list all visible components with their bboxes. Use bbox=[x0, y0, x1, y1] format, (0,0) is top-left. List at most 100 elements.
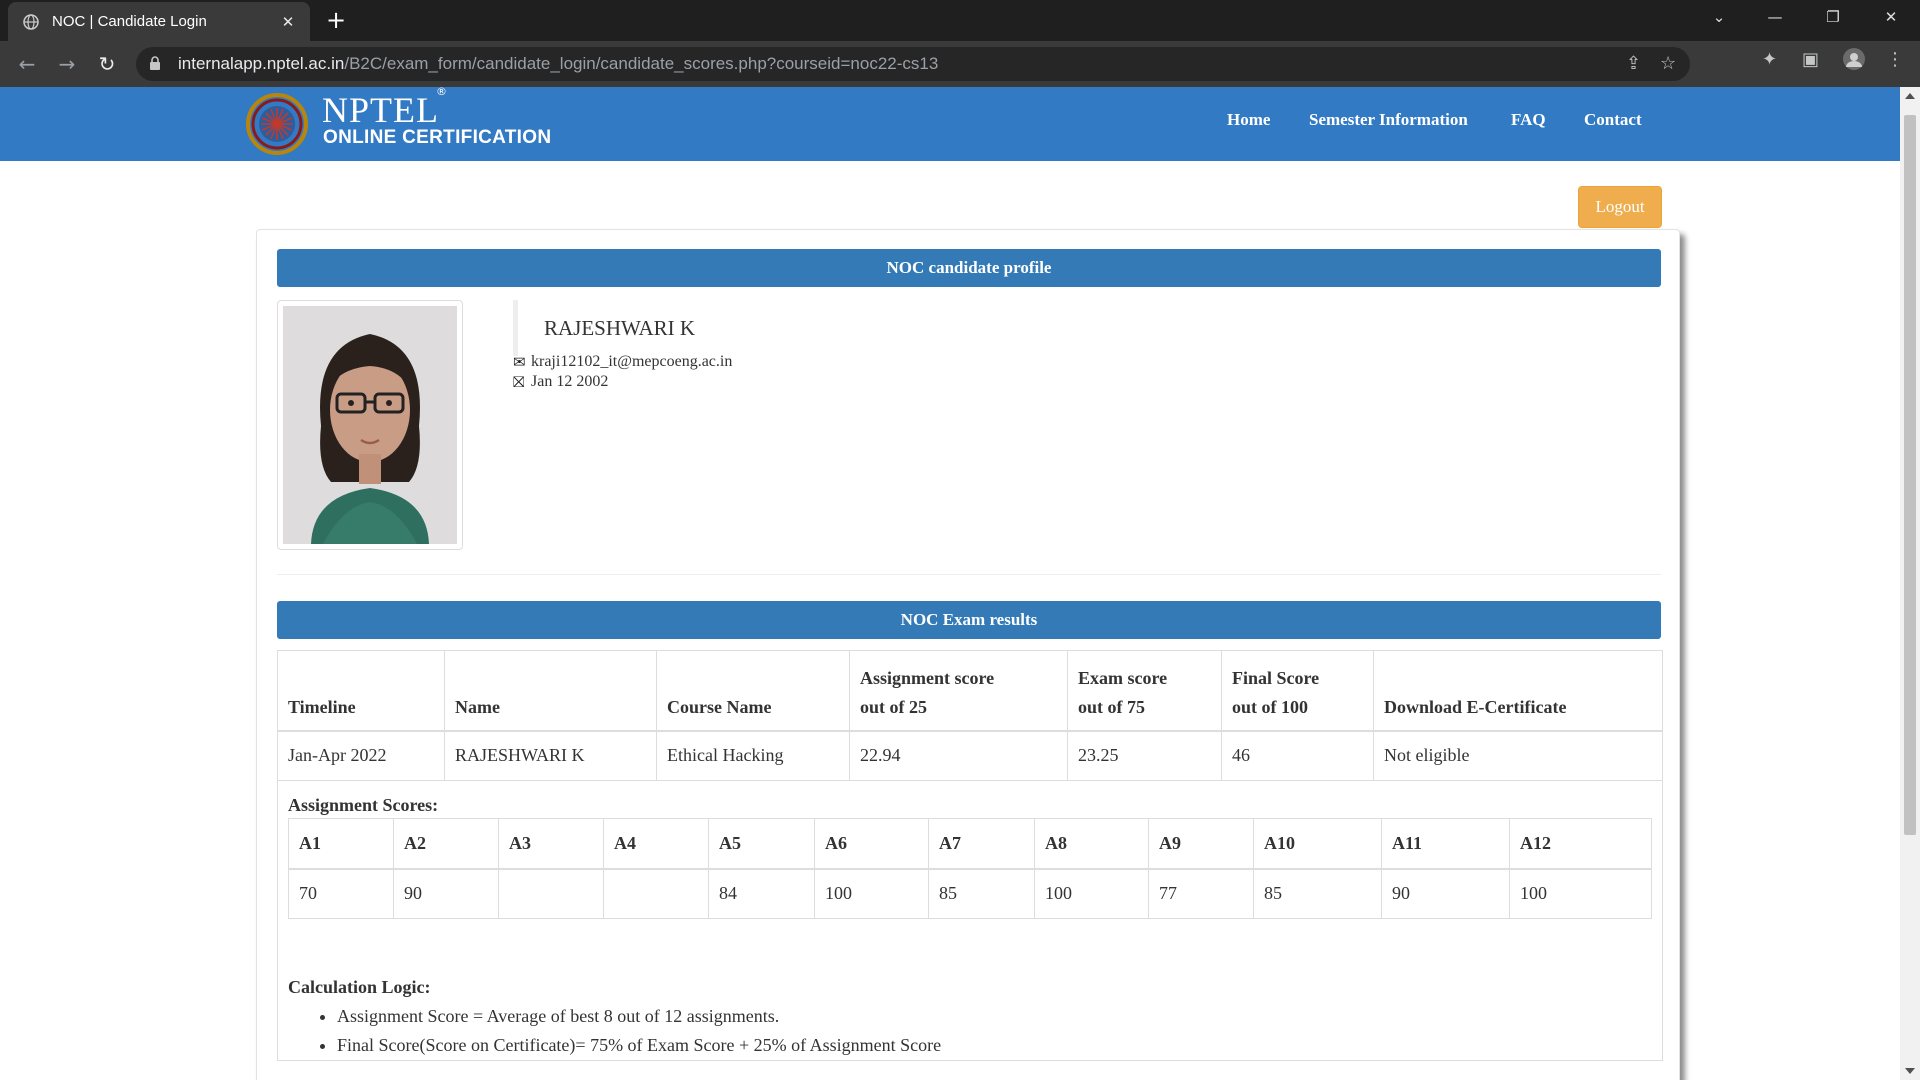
assignment-label: A4 bbox=[603, 818, 709, 870]
assignment-scores-title: Assignment Scores: bbox=[288, 795, 439, 815]
assignment-values-row: 70 90 84 100 85 100 77 85 90 100 bbox=[288, 868, 1652, 919]
cell-download-status: Not eligible bbox=[1373, 730, 1663, 781]
reload-icon[interactable]: ↻ bbox=[94, 51, 120, 77]
assignment-label: A2 bbox=[393, 818, 499, 870]
star-icon[interactable]: ☆ bbox=[1660, 53, 1676, 74]
side-panel-icon[interactable]: ▣ bbox=[1802, 49, 1819, 70]
tab-title: NOC | Candidate Login bbox=[52, 13, 207, 30]
nptel-logo bbox=[246, 93, 308, 155]
assignment-label: A11 bbox=[1381, 818, 1510, 870]
assignment-score: 90 bbox=[1381, 868, 1510, 919]
candidate-email: kraji12102_it@mepcoeng.ac.in bbox=[531, 353, 733, 370]
url-text: internalapp.nptel.ac.in/B2C/exam_form/ca… bbox=[178, 54, 938, 74]
header-download: Download E-Certificate bbox=[1373, 650, 1663, 732]
close-tab-icon[interactable]: ✕ bbox=[278, 13, 298, 31]
assignment-score: 77 bbox=[1148, 868, 1254, 919]
scroll-thumb[interactable] bbox=[1904, 115, 1916, 835]
dob-line: ⛝ Jan 12 2002 bbox=[513, 373, 608, 391]
candidate-dob: Jan 12 2002 bbox=[531, 373, 609, 390]
address-bar[interactable]: internalapp.nptel.ac.in/B2C/exam_form/ca… bbox=[136, 47, 1690, 81]
exam-results-table: Timeline Name Course Name Assignment sco… bbox=[277, 650, 1663, 1061]
new-tab-icon[interactable]: + bbox=[326, 6, 346, 34]
back-icon[interactable]: ← bbox=[14, 51, 40, 77]
nav-home[interactable]: Home bbox=[1227, 110, 1270, 130]
candidate-photo bbox=[283, 306, 457, 544]
assignment-score: 85 bbox=[928, 868, 1035, 919]
close-window-icon[interactable]: ✕ bbox=[1876, 8, 1906, 26]
cell-timeline: Jan-Apr 2022 bbox=[277, 730, 445, 781]
assignment-score: 85 bbox=[1253, 868, 1382, 919]
calculation-logic-list: Assignment Score = Average of best 8 out… bbox=[337, 1002, 1652, 1060]
gift-icon: ⛝ bbox=[513, 373, 525, 391]
nav-contact[interactable]: Contact bbox=[1584, 110, 1642, 130]
header-assignment-line2: out of 25 bbox=[860, 696, 927, 717]
calculation-rule: Assignment Score = Average of best 8 out… bbox=[337, 1002, 1652, 1031]
globe-icon bbox=[22, 13, 40, 31]
header-name: Name bbox=[444, 650, 657, 732]
assignment-score: 84 bbox=[708, 868, 815, 919]
results-header-row: Timeline Name Course Name Assignment sco… bbox=[277, 650, 1663, 732]
scroll-up-icon[interactable] bbox=[1905, 93, 1915, 99]
forward-icon[interactable]: → bbox=[54, 51, 80, 77]
candidate-name: RAJESHWARI K bbox=[513, 300, 695, 356]
assignment-label: A7 bbox=[928, 818, 1035, 870]
browser-tab-bar: NOC | Candidate Login ✕ + ⌄ — ❐ ✕ bbox=[0, 0, 1920, 41]
cell-assignment-score: 22.94 bbox=[849, 730, 1068, 781]
assignment-label: A1 bbox=[288, 818, 394, 870]
assignment-score bbox=[603, 868, 709, 919]
assignment-label: A10 bbox=[1253, 818, 1382, 870]
profile-section-title: NOC candidate profile bbox=[277, 249, 1661, 287]
assignment-label: A6 bbox=[814, 818, 929, 870]
cell-final-score: 46 bbox=[1221, 730, 1374, 781]
header-exam-line1: Exam score bbox=[1078, 667, 1168, 688]
assignment-label: A8 bbox=[1034, 818, 1149, 870]
menu-icon[interactable]: ⋮ bbox=[1886, 49, 1904, 70]
results-section-title: NOC Exam results bbox=[277, 601, 1661, 639]
assignment-labels-row: A1 A2 A3 A4 A5 A6 A7 A8 A9 A10 A11 A12 bbox=[288, 818, 1652, 870]
browser-tab[interactable]: NOC | Candidate Login ✕ bbox=[8, 2, 310, 41]
candidate-photo-frame bbox=[277, 300, 463, 550]
brand-subtitle: ONLINE CERTIFICATION bbox=[323, 127, 552, 148]
calculation-logic-title: Calculation Logic: bbox=[288, 977, 431, 997]
site-header: NPTEL ® ONLINE CERTIFICATION Home Semest… bbox=[0, 87, 1900, 161]
header-final-line2: out of 100 bbox=[1232, 696, 1308, 717]
candidate-panel: NOC candidate profile RAJESHWARI K ✉ kra… bbox=[256, 229, 1680, 1080]
assignment-scores-row: Assignment Scores: A1 A2 A3 A4 A5 A6 A7 … bbox=[277, 780, 1663, 1061]
assignment-score: 90 bbox=[393, 868, 499, 919]
extensions-icon[interactable]: ✦ bbox=[1762, 49, 1777, 70]
section-divider bbox=[277, 574, 1661, 575]
tab-search-icon[interactable]: ⌄ bbox=[1704, 8, 1734, 26]
restore-icon[interactable]: ❐ bbox=[1818, 8, 1848, 26]
registered-mark: ® bbox=[436, 87, 447, 98]
assignment-scores-cell: Assignment Scores: A1 A2 A3 A4 A5 A6 A7 … bbox=[277, 780, 1663, 1061]
assignment-score: 100 bbox=[1509, 868, 1652, 919]
lock-icon bbox=[150, 56, 160, 70]
minimize-icon[interactable]: — bbox=[1760, 8, 1790, 26]
envelope-icon: ✉ bbox=[513, 353, 526, 371]
cell-exam-score: 23.25 bbox=[1067, 730, 1222, 781]
assignment-score bbox=[498, 868, 604, 919]
header-course: Course Name bbox=[656, 650, 850, 732]
assignment-label: A3 bbox=[498, 818, 604, 870]
scroll-down-icon[interactable] bbox=[1905, 1068, 1915, 1074]
header-assignment-score: Assignment score out of 25 bbox=[849, 650, 1068, 732]
assignment-label: A9 bbox=[1148, 818, 1254, 870]
header-final-line1: Final Score bbox=[1232, 667, 1320, 688]
results-row: Jan-Apr 2022 RAJESHWARI K Ethical Hackin… bbox=[277, 730, 1663, 781]
assignment-score: 70 bbox=[288, 868, 394, 919]
assignment-score: 100 bbox=[814, 868, 929, 919]
assignment-scores-table: A1 A2 A3 A4 A5 A6 A7 A8 A9 A10 A11 A12 7… bbox=[288, 818, 1652, 919]
logout-button[interactable]: Logout bbox=[1578, 186, 1662, 228]
profile-avatar-icon[interactable] bbox=[1842, 47, 1866, 76]
page-viewport: NPTEL ® ONLINE CERTIFICATION Home Semest… bbox=[0, 87, 1900, 1080]
share-icon[interactable]: ⇪ bbox=[1626, 53, 1641, 74]
nav-faq[interactable]: FAQ bbox=[1511, 110, 1546, 130]
assignment-score: 100 bbox=[1034, 868, 1149, 919]
page-scrollbar[interactable] bbox=[1900, 87, 1920, 1080]
assignment-label: A12 bbox=[1509, 818, 1652, 870]
email-line: ✉ kraji12102_it@mepcoeng.ac.in bbox=[513, 353, 732, 371]
calculation-rule: Final Score(Score on Certificate)= 75% o… bbox=[337, 1031, 1652, 1060]
url-host: internalapp.nptel.ac.in bbox=[178, 54, 345, 73]
nav-semester-information[interactable]: Semester Information bbox=[1309, 110, 1468, 130]
header-assignment-line1: Assignment score bbox=[860, 667, 995, 688]
